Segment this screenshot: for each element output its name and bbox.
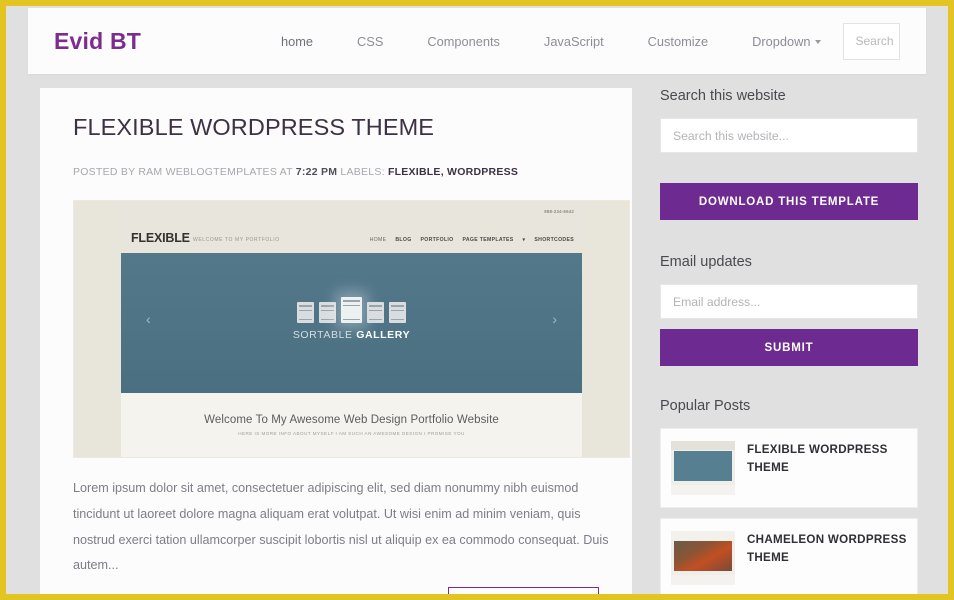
mock-nav-shortcodes: SHORTCODES <box>534 237 574 243</box>
popular-post-thumbnail <box>671 531 735 585</box>
gallery-card-icon <box>367 302 384 323</box>
post-body: Lorem ipsum dolor sit amet, consectetuer… <box>73 481 609 573</box>
header-search-input[interactable]: Search <box>843 22 900 60</box>
thumb-hero-band <box>674 541 732 571</box>
main-column: FLEXIBLE WORDPRESS THEME POSTED BY RAM W… <box>40 88 632 594</box>
sidebar: Search this website Search this website.… <box>660 88 920 594</box>
site-logo[interactable]: Evid BT <box>54 28 141 55</box>
gallery-card-icon <box>319 302 336 323</box>
sidebar-search-input[interactable]: Search this website... <box>660 118 918 153</box>
mock-brand: FLEXIBLE <box>131 231 190 245</box>
mock-nav-caret-icon: ▾ <box>522 237 526 243</box>
post-meta: POSTED BY RAM WEBLOGTEMPLATES AT 7:22 PM… <box>73 166 599 178</box>
site-header: Evid BT home CSS Components JavaScript C… <box>28 8 926 74</box>
post-label-wordpress[interactable]: WORDPRESS <box>447 166 518 178</box>
read-more-button[interactable]: READ MORE <box>448 587 599 594</box>
mock-nav-portfolio: PORTFOLIO <box>420 237 454 243</box>
mock-intro-subtitle: HERE IS MORE INFO ABOUT MYSELF I AM SUCH… <box>238 431 465 436</box>
popular-post-title: CHAMELEON WORDPRESS THEME <box>747 533 907 564</box>
post-meta-labels-word: LABELS: <box>340 166 385 178</box>
mock-phone-number: 888-234-6642 <box>544 209 574 214</box>
mock-intro-section: Welcome To My Awesome Web Design Portfol… <box>121 393 582 457</box>
submit-button[interactable]: SUBMIT <box>660 329 918 366</box>
list-item[interactable]: FLEXIBLE WORDPRESS THEME <box>660 428 918 508</box>
thumb-hero-band <box>674 451 732 481</box>
email-placeholder: Email address... <box>673 294 761 309</box>
post-label-flexible[interactable]: FLEXIBLE <box>388 166 441 178</box>
mock-nav-home: HOME <box>369 237 387 243</box>
nav-label-dropdown: Dropdown <box>752 33 811 49</box>
nav-label-css: CSS <box>357 33 384 49</box>
gallery-label: SORTABLE GALLERY <box>121 329 582 341</box>
post-meta-time: 7:22 PM <box>295 166 338 178</box>
nav-item-components[interactable]: Components <box>405 28 522 55</box>
page-root: Evid BT home CSS Components JavaScript C… <box>6 6 948 594</box>
mock-site-header: 888-234-6642 FLEXIBLE WELCOME TO MY PORT… <box>121 201 582 253</box>
nav-item-customize[interactable]: Customize <box>626 28 730 55</box>
popular-post-title: FLEXIBLE WORDPRESS THEME <box>747 443 888 474</box>
post-meta-prefix: POSTED BY RAM WEBLOGTEMPLATES AT <box>73 166 293 178</box>
thumb-header-band <box>671 531 735 540</box>
gallery-card-icon-active <box>341 297 362 323</box>
widget-email-updates: Email updates Email address... SUBMIT <box>660 254 920 366</box>
email-address-input[interactable]: Email address... <box>660 284 918 319</box>
mock-tagline: WELCOME TO MY PORTFOLIO <box>193 237 280 243</box>
gallery-card-icon <box>389 302 406 323</box>
mock-navigation: HOME BLOG PORTFOLIO PAGE TEMPLATES ▾ SHO… <box>370 237 574 243</box>
gallery-card-icons <box>121 297 582 323</box>
featured-image-inner: 888-234-6642 FLEXIBLE WELCOME TO MY PORT… <box>121 201 582 457</box>
content-area: FLEXIBLE WORDPRESS THEME POSTED BY RAM W… <box>40 88 926 594</box>
nav-item-javascript[interactable]: JavaScript <box>522 28 626 55</box>
widget-title-popular-posts: Popular Posts <box>660 398 751 414</box>
read-more-row: www.weblogtemplates.com READ MORE <box>73 587 599 594</box>
nav-label-components: Components <box>427 33 500 49</box>
widget-title-email: Email updates <box>660 254 752 270</box>
nav-item-dropdown[interactable]: Dropdown <box>730 28 843 55</box>
widget-title-search: Search this website <box>660 88 786 104</box>
nav-item-css[interactable]: CSS <box>335 28 405 55</box>
gallery-label-light: SORTABLE <box>292 329 353 341</box>
thumb-header-band <box>671 441 735 450</box>
nav-label-home: home <box>281 33 314 49</box>
list-item[interactable]: CHAMELEON WORDPRESS THEME <box>660 518 918 594</box>
thumb-footer-band <box>671 485 735 495</box>
chevron-down-icon <box>815 40 822 45</box>
gallery-card-icon <box>297 302 314 323</box>
mock-nav-blog: BLOG <box>395 237 412 243</box>
featured-image[interactable]: 888-234-6642 FLEXIBLE WELCOME TO MY PORT… <box>73 200 630 458</box>
nav-item-home[interactable]: home <box>259 28 335 55</box>
mock-intro-title: Welcome To My Awesome Web Design Portfol… <box>204 414 499 426</box>
main-navigation: home CSS Components JavaScript Customize… <box>259 28 843 55</box>
widget-popular-posts: Popular Posts FLEXIBLE WORDPRESS THEME C… <box>660 398 920 594</box>
nav-label-javascript: JavaScript <box>543 33 604 49</box>
gallery-label-bold: GALLERY <box>356 329 411 341</box>
header-search-placeholder: Search <box>855 34 894 48</box>
sidebar-search-placeholder: Search this website... <box>673 128 789 143</box>
thumb-footer-band <box>671 575 735 585</box>
widget-search: Search this website Search this website.… <box>660 88 920 153</box>
post-labels-separator: , <box>440 166 444 178</box>
popular-post-thumbnail <box>671 441 735 495</box>
download-template-button[interactable]: DOWNLOAD THIS TEMPLATE <box>660 183 918 220</box>
mock-hero-slider: ‹ › SORTABLE GALLERY <box>121 253 582 393</box>
mock-nav-page-templates: PAGE TEMPLATES <box>462 237 514 243</box>
page-title: FLEXIBLE WORDPRESS THEME <box>73 114 435 140</box>
nav-label-customize: Customize <box>647 33 709 49</box>
widget-download: DOWNLOAD THIS TEMPLATE <box>660 183 920 220</box>
